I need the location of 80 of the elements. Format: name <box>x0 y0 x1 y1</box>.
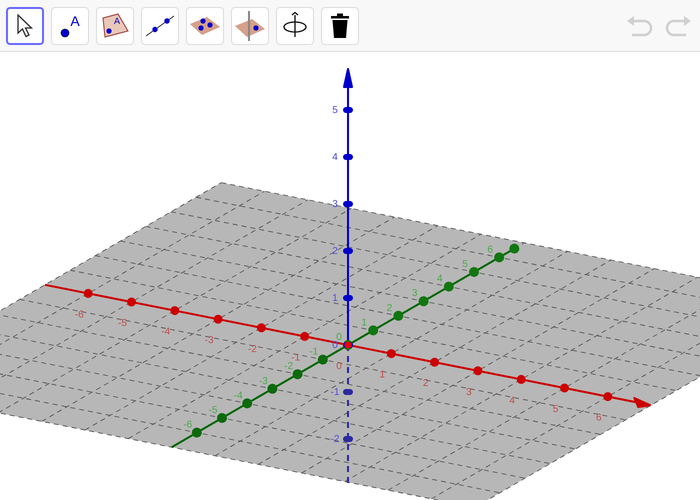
axis-label: 6 <box>487 244 493 256</box>
axis-label: -2 <box>284 361 294 372</box>
tick-mark <box>494 252 504 262</box>
tick-mark <box>127 298 136 306</box>
axis-label: 0 <box>336 361 342 372</box>
axis-label: -5 <box>118 318 127 329</box>
delete-tool-button[interactable] <box>321 6 359 44</box>
tick-mark <box>418 296 429 306</box>
origin-point <box>344 342 352 348</box>
rotate-icon <box>282 12 308 40</box>
tick-mark <box>343 154 353 160</box>
tick-mark <box>560 384 569 392</box>
line-tool-button[interactable] <box>141 6 179 44</box>
redo-icon <box>664 14 692 36</box>
tick-mark <box>170 306 180 316</box>
tick-mark <box>430 358 440 367</box>
point-tool-button[interactable]: A <box>51 6 89 44</box>
tick-mark <box>473 366 482 376</box>
tick-mark <box>386 349 396 358</box>
trash-icon <box>330 12 350 38</box>
tick-mark <box>318 354 328 365</box>
tick-mark <box>84 288 93 298</box>
tick-mark <box>343 201 353 207</box>
axis-label: 1 <box>361 317 367 328</box>
axis-label: 4 <box>437 274 443 285</box>
axis-label: -3 <box>204 335 214 346</box>
tick-mark <box>393 310 404 321</box>
axis-label: -1 <box>330 387 340 398</box>
tick-mark <box>292 369 303 380</box>
axis-label: 6 <box>596 412 602 424</box>
axis-label: -1 <box>309 346 318 358</box>
move-tool-button[interactable] <box>6 6 44 44</box>
tick-mark <box>300 332 310 341</box>
axis-label: -2 <box>248 344 257 355</box>
axis-label: 5 <box>332 105 338 116</box>
plane-icon <box>234 10 266 42</box>
tick-mark <box>267 384 278 394</box>
axis-label: -2 <box>330 434 340 445</box>
axis-label: 1 <box>332 293 338 304</box>
axis-label: 5 <box>552 404 558 415</box>
axis-label: 3 <box>466 386 472 398</box>
axis-label: -1 <box>291 352 300 364</box>
axis-label: 3 <box>332 199 338 210</box>
axis-label: 0 <box>332 340 338 351</box>
axis-label: 2 <box>386 302 392 314</box>
axis-label: -4 <box>234 390 243 402</box>
plane-icon <box>189 14 221 36</box>
tick-mark <box>242 398 252 408</box>
tick-mark <box>444 282 454 292</box>
tick-mark <box>214 314 223 324</box>
axis-end-point <box>509 244 520 254</box>
line-icon <box>145 14 175 36</box>
tick-mark <box>469 267 479 277</box>
tick-mark <box>256 323 266 332</box>
pointer-icon <box>16 14 34 38</box>
axis-label: -6 <box>74 309 84 320</box>
tick-mark <box>368 325 378 336</box>
perpendicular-plane-tool-button[interactable] <box>231 6 269 44</box>
tick-mark <box>217 413 227 423</box>
axis-label: 2 <box>332 246 338 257</box>
axis-label: 0 <box>336 332 342 343</box>
polygon-tool-button[interactable]: A <box>96 6 134 44</box>
axis-label: 5 <box>462 259 468 270</box>
axis-label: -4 <box>161 326 170 338</box>
axis-label: 2 <box>422 378 428 390</box>
polygon-icon: A <box>100 12 130 38</box>
axis-label: 1 <box>380 370 386 381</box>
tick-mark <box>343 107 353 113</box>
plane-points-tool-button[interactable] <box>186 6 224 44</box>
axis-label: -5 <box>208 405 218 416</box>
tick-mark <box>516 374 526 384</box>
axis-label: -3 <box>258 376 268 387</box>
undo-icon <box>626 14 654 36</box>
axis-label: 3 <box>412 288 418 300</box>
axis-label: 4 <box>509 395 515 406</box>
tick-mark <box>603 392 612 402</box>
axis-label: -6 <box>183 420 192 431</box>
rotate-tool-button[interactable] <box>276 6 314 44</box>
axis-label: 4 <box>332 152 338 163</box>
tick-mark <box>192 428 202 438</box>
